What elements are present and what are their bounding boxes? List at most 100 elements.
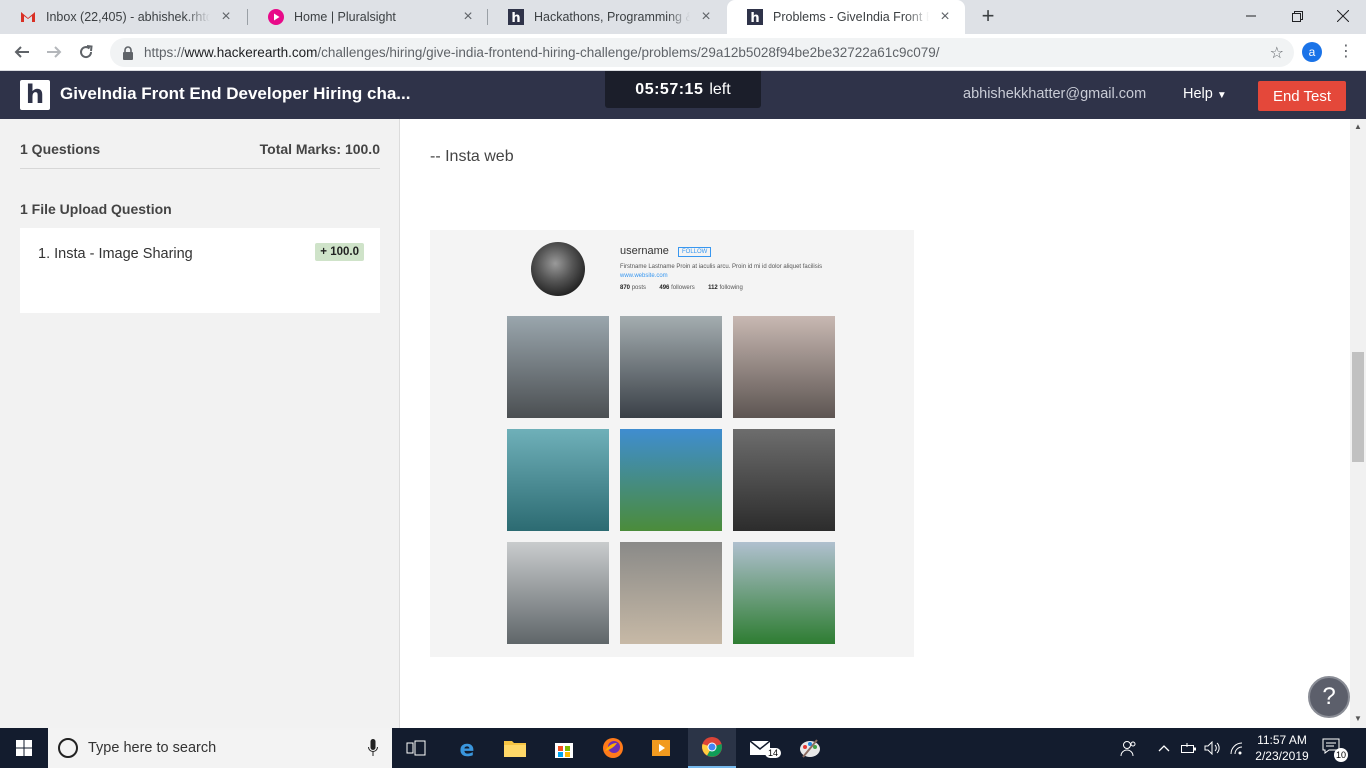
new-tab-button[interactable]: +	[976, 5, 1000, 29]
tab-title: Inbox (22,405) - abhishek.rhtdm4	[46, 10, 210, 24]
questions-count: 1 Questions	[20, 141, 101, 157]
photo-cables	[507, 542, 609, 644]
cortana-icon	[58, 738, 78, 758]
address-bar[interactable]: https://www.hackerearth.com/challenges/h…	[110, 38, 1294, 67]
file-explorer-icon[interactable]	[491, 728, 539, 768]
browser-tab-pluralsight[interactable]: Home | Pluralsight ×	[248, 0, 488, 34]
notification-center-icon[interactable]: 10	[1322, 738, 1348, 762]
mock-stats: 870 posts 496 followers 112 following	[620, 285, 743, 291]
profile-photo	[531, 242, 585, 296]
gmail-icon	[20, 9, 36, 25]
browser-tab-strip: Inbox (22,405) - abhishek.rhtdm4 × Home …	[0, 0, 1366, 34]
close-tab-icon[interactable]: ×	[698, 9, 714, 25]
url-host: www.hackerearth.com	[184, 45, 318, 60]
marks-badge: + 100.0	[315, 243, 364, 261]
photo-train-station	[620, 542, 722, 644]
clock-date: 2/23/2019	[1255, 749, 1309, 763]
followers-label: followers	[671, 285, 695, 291]
followers-count: 496	[659, 285, 670, 291]
posts-label: posts	[631, 285, 647, 291]
svg-text:h: h	[511, 11, 520, 25]
photo-tunnel	[733, 429, 835, 531]
windows-taskbar: Type here to search e 14 11:57 AM 2/23/2…	[0, 728, 1366, 768]
minimize-button[interactable]	[1228, 0, 1274, 32]
chrome-icon[interactable]	[688, 728, 736, 768]
volume-icon[interactable]	[1204, 728, 1222, 768]
scroll-down-arrow-icon[interactable]: ▼	[1354, 714, 1362, 723]
store-icon[interactable]	[540, 728, 588, 768]
chevron-up-icon[interactable]	[1158, 728, 1170, 768]
hackerearth-logo[interactable]: h	[20, 80, 50, 110]
end-test-button[interactable]: End Test	[1258, 81, 1346, 111]
browser-toolbar: https://www.hackerearth.com/challenges/h…	[0, 34, 1366, 71]
hackerearth-icon: h	[747, 9, 763, 25]
help-question-icon[interactable]: ?	[1308, 676, 1350, 718]
question-label: 1. Insta - Image Sharing	[38, 246, 193, 262]
sidebar-header: 1 Questions Total Marks: 100.0	[20, 141, 380, 157]
restore-button[interactable]	[1274, 0, 1320, 32]
close-window-button[interactable]	[1320, 0, 1366, 32]
mock-username: username	[620, 245, 669, 257]
wifi-icon[interactable]	[1229, 728, 1247, 768]
svg-text:h: h	[750, 11, 759, 25]
mail-icon[interactable]: 14	[737, 728, 785, 768]
battery-icon[interactable]	[1181, 728, 1199, 768]
page-scrollbar[interactable]: ▲ ▼	[1350, 119, 1366, 728]
photo-truck-people	[620, 316, 722, 418]
help-menu[interactable]: Help ▼	[1183, 86, 1227, 102]
browser-tab-gmail[interactable]: Inbox (22,405) - abhishek.rhtdm4 ×	[0, 0, 246, 34]
tab-title: Home | Pluralsight	[294, 10, 396, 24]
lock-icon	[122, 45, 136, 60]
task-view-icon[interactable]	[392, 728, 440, 768]
countdown-timer: 05:57:15 left	[605, 71, 761, 108]
people-icon[interactable]	[1120, 728, 1138, 768]
photo-city-rooftops	[507, 316, 609, 418]
close-tab-icon[interactable]: ×	[937, 9, 953, 25]
windows-start-icon[interactable]	[0, 728, 48, 768]
browser-tab-problems[interactable]: h Problems - GiveIndia Front End D ×	[727, 0, 965, 34]
tab-title: Problems - GiveIndia Front End D	[773, 10, 929, 24]
photo-coastal-bay	[620, 429, 722, 531]
tab-title: Hackathons, Programming & Co	[534, 10, 690, 24]
browser-tab-hackathons[interactable]: h Hackathons, Programming & Co ×	[488, 0, 726, 34]
url-path: /challenges/hiring/give-india-frontend-h…	[317, 45, 940, 60]
photo-street-video	[733, 316, 835, 418]
taskbar-search-box[interactable]: Type here to search	[48, 728, 392, 768]
media-player-icon[interactable]	[637, 728, 685, 768]
system-clock[interactable]: 11:57 AM 2/23/2019	[1252, 732, 1312, 764]
posts-count: 870	[620, 285, 631, 291]
edge-icon[interactable]: e	[443, 728, 491, 768]
mock-follow-button: FOLLOW	[678, 247, 712, 257]
browser-menu-icon[interactable]: ⋮	[1338, 42, 1354, 62]
timer-suffix: left	[709, 80, 731, 98]
bookmark-star-icon[interactable]: ☆	[1270, 43, 1284, 63]
following-count: 112	[708, 285, 718, 291]
problem-content: -- Insta web username FOLLOW Firstname L…	[400, 119, 1350, 728]
mock-website: www.website.com	[620, 273, 668, 279]
following-label: following	[719, 285, 743, 291]
instagram-mockup-image: username FOLLOW Firstname Lastname Proin…	[430, 230, 914, 657]
search-placeholder: Type here to search	[88, 740, 217, 756]
user-email: abhishekkhatter@gmail.com	[963, 86, 1147, 102]
paint-icon[interactable]	[786, 728, 834, 768]
microphone-icon[interactable]	[368, 739, 378, 757]
scroll-thumb[interactable]	[1352, 352, 1364, 462]
close-tab-icon[interactable]: ×	[460, 9, 476, 25]
mock-bio: Firstname Lastname Proin at iaculis arcu…	[620, 264, 823, 270]
close-tab-icon[interactable]: ×	[218, 9, 234, 25]
question-item[interactable]: 1. Insta - Image Sharing + 100.0	[20, 228, 380, 313]
photo-stadium	[733, 542, 835, 644]
svg-text:e: e	[460, 737, 475, 759]
forward-arrow-icon[interactable]	[42, 40, 66, 64]
hackerearth-icon: h	[508, 9, 524, 25]
firefox-icon[interactable]	[589, 728, 637, 768]
scroll-up-arrow-icon[interactable]: ▲	[1354, 122, 1362, 131]
challenge-title: GiveIndia Front End Developer Hiring cha…	[60, 84, 411, 103]
reload-icon[interactable]	[74, 40, 98, 64]
caret-down-icon: ▼	[1216, 90, 1227, 101]
clock-time: 11:57 AM	[1257, 733, 1307, 747]
back-arrow-icon[interactable]	[10, 40, 34, 64]
section-title: 1 File Upload Question	[20, 201, 172, 217]
url-scheme: https://	[144, 45, 185, 60]
profile-avatar[interactable]: a	[1302, 42, 1322, 62]
